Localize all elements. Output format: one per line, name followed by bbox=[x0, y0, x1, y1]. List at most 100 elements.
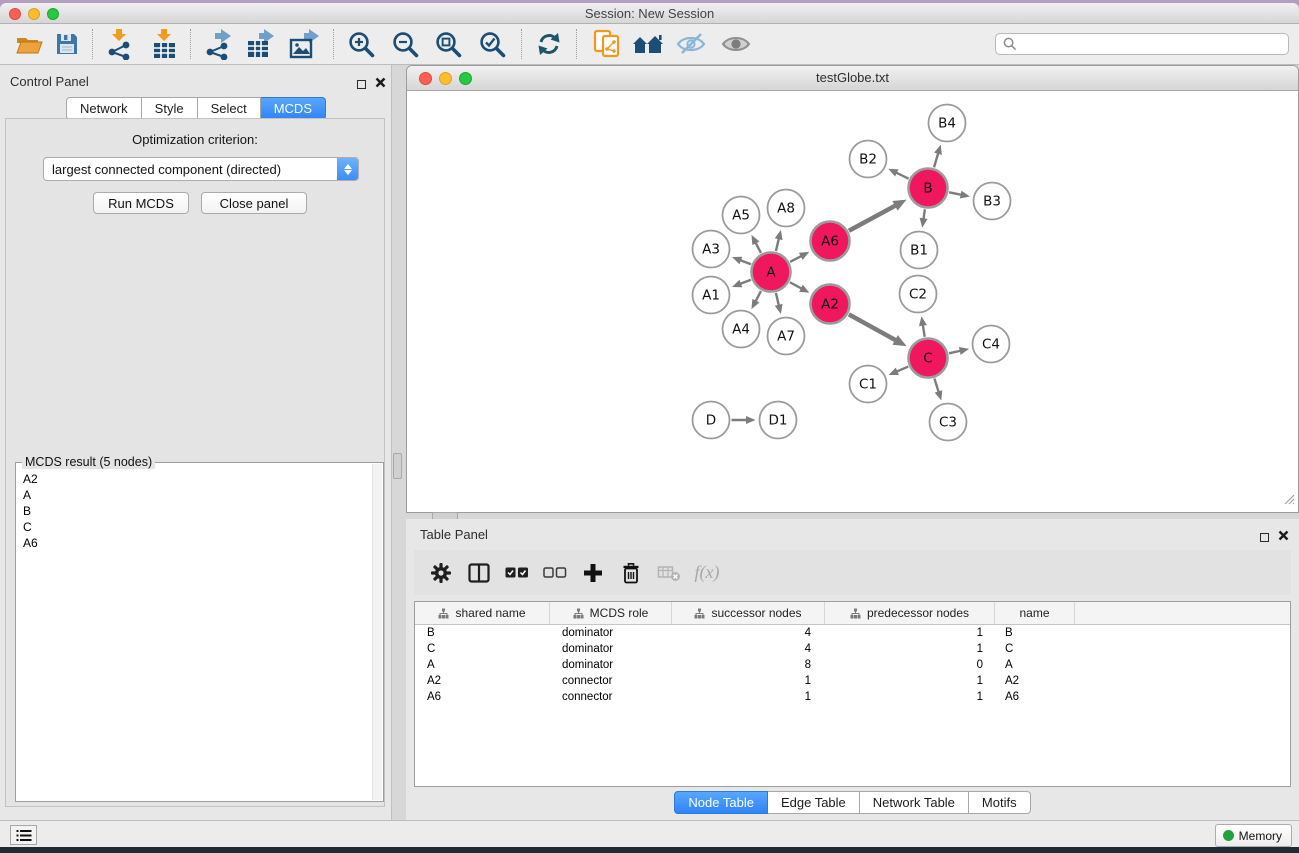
result-scrollbar[interactable] bbox=[372, 464, 382, 800]
main-titlebar[interactable]: Session: New Session bbox=[0, 3, 1299, 24]
table-cell[interactable]: A2 bbox=[995, 675, 1075, 687]
float-panel-button[interactable] bbox=[357, 76, 366, 94]
delete-table-button[interactable] bbox=[650, 554, 688, 592]
table-cell[interactable]: 0 bbox=[825, 659, 995, 671]
unselect-all-columns-button[interactable] bbox=[536, 554, 574, 592]
mcds-result-item[interactable]: A6 bbox=[16, 535, 371, 551]
graph-node-A3[interactable]: A3 bbox=[693, 231, 730, 268]
graph-edge-B-B4[interactable] bbox=[934, 145, 942, 168]
graph-node-C1[interactable]: C1 bbox=[850, 366, 887, 403]
tab-edge-table[interactable]: Edge Table bbox=[768, 791, 860, 814]
search-box[interactable] bbox=[995, 33, 1289, 55]
graph-node-C[interactable]: C bbox=[909, 339, 948, 378]
table-cell[interactable]: dominator bbox=[550, 627, 672, 639]
zoom-selected-button[interactable] bbox=[473, 26, 511, 62]
graph-node-A1[interactable]: A1 bbox=[693, 277, 730, 314]
graph-node-D[interactable]: D bbox=[693, 402, 730, 439]
show-task-history-button[interactable] bbox=[10, 825, 37, 845]
graph-node-C4[interactable]: C4 bbox=[973, 326, 1010, 363]
table-cell[interactable]: 1 bbox=[825, 643, 995, 655]
close-panel-button[interactable] bbox=[375, 75, 386, 93]
select-all-columns-button[interactable] bbox=[498, 554, 536, 592]
graph-edge-D-D1[interactable] bbox=[732, 416, 756, 424]
vertical-splitter-handle[interactable] bbox=[393, 453, 402, 479]
tab-motifs[interactable]: Motifs bbox=[969, 791, 1031, 814]
table-settings-button[interactable] bbox=[422, 554, 460, 592]
tab-node-table[interactable]: Node Table bbox=[674, 791, 768, 814]
network-window-titlebar[interactable]: testGlobe.txt bbox=[407, 66, 1298, 91]
graph-node-A4[interactable]: A4 bbox=[723, 311, 760, 348]
graph-edge-A6-B[interactable] bbox=[849, 200, 907, 231]
graph-node-B4[interactable]: B4 bbox=[929, 105, 966, 142]
column-header-shared-name[interactable]: shared name bbox=[415, 602, 550, 624]
graph-node-B1[interactable]: B1 bbox=[901, 232, 938, 269]
graph-edge-A-A8[interactable] bbox=[775, 230, 783, 251]
graph-edge-C-C1[interactable] bbox=[889, 367, 909, 376]
run-mcds-button[interactable]: Run MCDS bbox=[93, 192, 189, 214]
table-cell[interactable]: dominator bbox=[550, 643, 672, 655]
open-file-button[interactable] bbox=[10, 26, 48, 62]
graph-node-A7[interactable]: A7 bbox=[768, 318, 805, 355]
table-row[interactable]: Adominator80A bbox=[415, 657, 1290, 673]
graph-node-A6[interactable]: A6 bbox=[811, 222, 850, 261]
table-cell[interactable]: 8 bbox=[672, 659, 825, 671]
delete-column-button[interactable] bbox=[612, 554, 650, 592]
graph-edge-A-A1[interactable] bbox=[732, 280, 751, 288]
table-row[interactable]: Cdominator41C bbox=[415, 641, 1290, 657]
graph-edge-B-B1[interactable] bbox=[920, 209, 928, 227]
tab-style[interactable]: Style bbox=[142, 97, 198, 120]
table-cell[interactable]: A bbox=[995, 659, 1075, 671]
close-table-panel-button[interactable] bbox=[1278, 528, 1289, 546]
table-cell[interactable]: connector bbox=[550, 691, 672, 703]
graph-node-D1[interactable]: D1 bbox=[760, 402, 797, 439]
graph-node-B3[interactable]: B3 bbox=[974, 183, 1011, 220]
tab-mcds[interactable]: MCDS bbox=[261, 97, 326, 120]
import-network-button[interactable] bbox=[101, 26, 139, 62]
graph-node-C2[interactable]: C2 bbox=[900, 276, 937, 313]
graph-edge-A-A4[interactable] bbox=[751, 291, 761, 309]
graph-edge-A-A7[interactable] bbox=[775, 293, 783, 314]
graph-edge-C-C4[interactable] bbox=[949, 347, 969, 355]
refresh-button[interactable] bbox=[530, 26, 568, 62]
save-session-button[interactable] bbox=[48, 26, 86, 62]
network-canvas[interactable]: B4B2BB3B1A5A8A6A3AA1C2A2A4A7C4CC1C3DD1 bbox=[408, 91, 1297, 512]
mcds-result-item[interactable]: A2 bbox=[16, 471, 371, 487]
home-button[interactable] bbox=[629, 26, 667, 62]
table-cell[interactable]: A2 bbox=[415, 675, 550, 687]
table-cell[interactable]: 1 bbox=[672, 691, 825, 703]
zoom-out-button[interactable] bbox=[386, 26, 424, 62]
table-cell[interactable]: A bbox=[415, 659, 550, 671]
table-cell[interactable]: B bbox=[415, 627, 550, 639]
export-network-button[interactable] bbox=[199, 26, 237, 62]
mcds-result-item[interactable]: B bbox=[16, 503, 371, 519]
graph-node-A2[interactable]: A2 bbox=[811, 285, 850, 324]
create-column-button[interactable] bbox=[574, 554, 612, 592]
zoom-fit-button[interactable] bbox=[429, 26, 467, 62]
tab-select[interactable]: Select bbox=[198, 97, 261, 120]
table-cell[interactable]: A6 bbox=[415, 691, 550, 703]
tab-network[interactable]: Network bbox=[66, 97, 142, 120]
column-header-mcds-role[interactable]: MCDS role bbox=[550, 602, 672, 624]
table-row[interactable]: Bdominator41B bbox=[415, 625, 1290, 641]
table-cell[interactable]: C bbox=[995, 643, 1075, 655]
export-table-button[interactable] bbox=[242, 26, 280, 62]
graph-edge-A-A3[interactable] bbox=[732, 257, 751, 265]
graph-node-B2[interactable]: B2 bbox=[850, 141, 887, 178]
table-cell[interactable]: 1 bbox=[825, 627, 995, 639]
tab-network-table[interactable]: Network Table bbox=[860, 791, 969, 814]
close-mcds-panel-button[interactable]: Close panel bbox=[201, 192, 307, 214]
float-table-panel-button[interactable] bbox=[1260, 529, 1269, 547]
function-builder-button[interactable]: f(x) bbox=[688, 554, 726, 592]
graph-edge-A-A6[interactable] bbox=[790, 252, 809, 262]
column-header-successor-nodes[interactable]: successor nodes bbox=[672, 602, 825, 624]
graph-edge-A2-C[interactable] bbox=[849, 314, 907, 346]
graph-node-A[interactable]: A bbox=[752, 253, 791, 292]
table-cell[interactable]: C bbox=[415, 643, 550, 655]
mcds-result-item[interactable]: A bbox=[16, 487, 371, 503]
graph-edge-C-C3[interactable] bbox=[934, 379, 942, 401]
table-cell[interactable]: 1 bbox=[672, 675, 825, 687]
search-input[interactable] bbox=[1021, 36, 1288, 52]
show-column-panel-button[interactable] bbox=[460, 554, 498, 592]
table-cell[interactable]: B bbox=[995, 627, 1075, 639]
graph-edge-A-A2[interactable] bbox=[790, 282, 809, 293]
